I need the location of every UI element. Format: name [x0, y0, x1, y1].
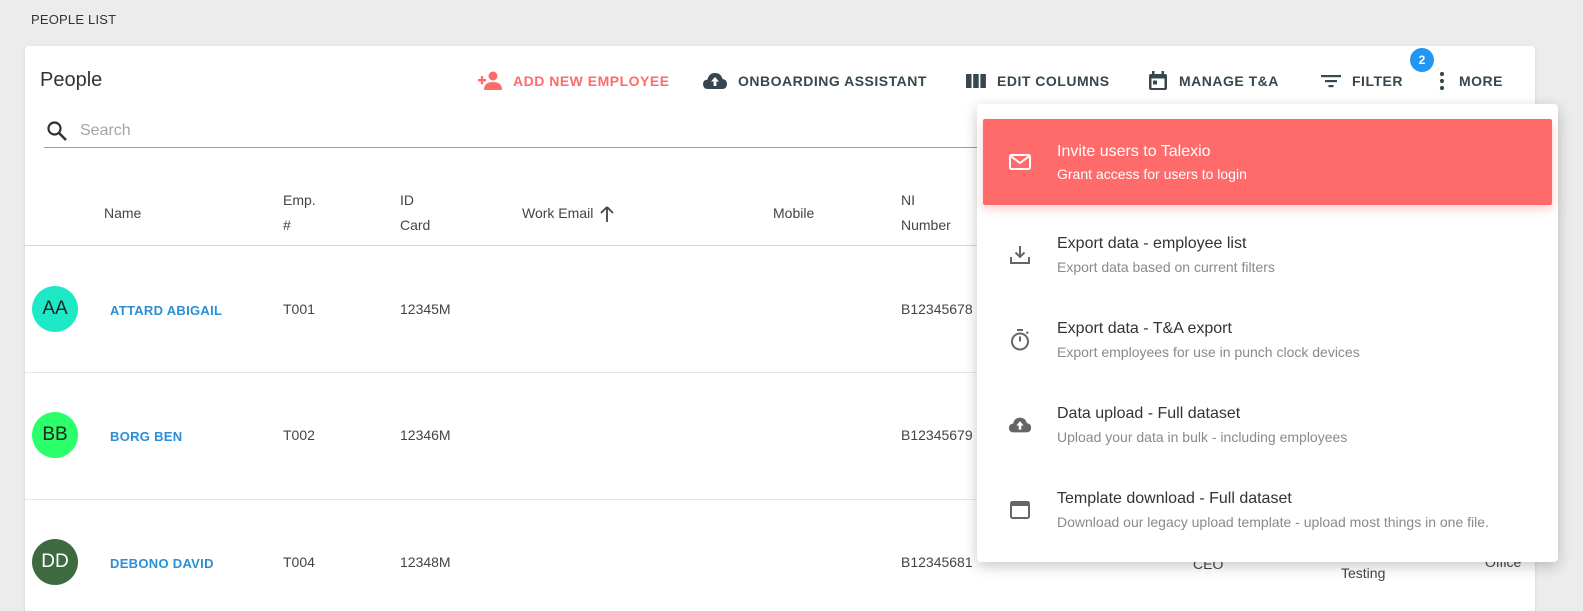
column-header-id-card[interactable]: ID Card: [400, 188, 430, 238]
search-icon: [47, 120, 67, 141]
column-header-ni-line1: NI: [901, 192, 915, 208]
menu-item-subtitle: Export employees for use in punch clock …: [1057, 344, 1360, 360]
ni-number: B12345679: [901, 427, 973, 443]
employee-name-link[interactable]: BORG BEN: [110, 429, 182, 444]
column-header-ni-number[interactable]: NI Number: [901, 188, 951, 238]
menu-item-export-ta[interactable]: Export data - T&A export Export employee…: [977, 297, 1558, 383]
column-header-emp[interactable]: Emp. #: [283, 188, 316, 238]
filter-button[interactable]: FILTER: [1320, 68, 1403, 94]
manage-ta-label: MANAGE T&A: [1179, 73, 1279, 89]
search-input[interactable]: [80, 121, 780, 140]
column-header-id-line1: ID: [400, 192, 414, 208]
more-button[interactable]: MORE: [1435, 68, 1503, 94]
filter-count-badge: 2: [1410, 48, 1434, 72]
id-card: 12346M: [400, 427, 451, 443]
column-header-ni-line2: Number: [901, 217, 951, 233]
column-header-emp-line1: Emp.: [283, 192, 316, 208]
menu-item-title: Invite users to Talexio: [1057, 143, 1211, 160]
column-header-id-line2: Card: [400, 217, 431, 233]
sort-ascending-icon: [600, 205, 614, 222]
toolbar: ADD NEW EMPLOYEE ONBOARDING ASSISTANT ED…: [25, 48, 1535, 94]
edit-columns-button[interactable]: EDIT COLUMNS: [965, 68, 1110, 94]
column-header-name[interactable]: Name: [104, 201, 141, 226]
onboarding-assistant-button[interactable]: ONBOARDING ASSISTANT: [702, 68, 927, 94]
filter-label: FILTER: [1352, 73, 1403, 89]
mail-icon: [1009, 154, 1031, 170]
cloud-upload-icon: [703, 73, 727, 89]
add-person-icon: [478, 71, 502, 90]
edit-columns-label: EDIT COLUMNS: [997, 73, 1110, 89]
ni-number: B12345678: [901, 301, 973, 317]
menu-item-title: Export data - T&A export: [1057, 320, 1232, 337]
more-menu: Invite users to Talexio Grant access for…: [977, 104, 1558, 562]
employee-name-link[interactable]: DEBONO DAVID: [110, 556, 214, 571]
menu-item-title: Template download - Full dataset: [1057, 490, 1292, 507]
more-vert-icon: [1439, 71, 1445, 91]
menu-item-title: Data upload - Full dataset: [1057, 405, 1241, 422]
menu-item-subtitle: Export data based on current filters: [1057, 259, 1275, 275]
add-new-employee-button[interactable]: ADD NEW EMPLOYEE: [477, 68, 670, 94]
column-header-work-email-label: Work Email: [522, 205, 594, 221]
emp-number: T002: [283, 427, 315, 443]
menu-item-data-upload[interactable]: Data upload - Full dataset Upload your d…: [977, 382, 1558, 468]
page-label: PEOPLE LIST: [31, 12, 117, 27]
menu-item-title: Export data - employee list: [1057, 235, 1247, 252]
ni-number: B12345681: [901, 554, 973, 570]
menu-item-subtitle: Download our legacy upload template - up…: [1057, 514, 1489, 530]
column-header-work-email[interactable]: Work Email: [522, 201, 615, 226]
column-header-emp-line2: #: [283, 217, 291, 233]
emp-number: T001: [283, 301, 315, 317]
window-icon: [1010, 501, 1030, 519]
more-label: MORE: [1459, 73, 1503, 89]
avatar: AA: [32, 286, 78, 332]
menu-item-template-download[interactable]: Template download - Full dataset Downloa…: [977, 467, 1558, 553]
cloud-upload-icon: [1008, 417, 1032, 433]
avatar: BB: [32, 412, 78, 458]
unit-cell: Testing: [1341, 565, 1386, 581]
download-icon: [1010, 246, 1030, 264]
employee-name-link[interactable]: ATTARD ABIGAIL: [110, 303, 222, 318]
menu-item-invite-users[interactable]: Invite users to Talexio Grant access for…: [983, 119, 1552, 205]
avatar: DD: [32, 539, 78, 585]
timer-icon: [1011, 329, 1029, 351]
emp-number: T004: [283, 554, 315, 570]
menu-item-subtitle: Grant access for users to login: [1057, 166, 1247, 182]
calendar-icon: [1149, 71, 1167, 90]
menu-item-subtitle: Upload your data in bulk - including emp…: [1057, 429, 1348, 445]
menu-item-export-employee-list[interactable]: Export data - employee list Export data …: [977, 212, 1558, 298]
column-header-mobile[interactable]: Mobile: [773, 201, 814, 226]
id-card: 12348M: [400, 554, 451, 570]
id-card: 12345M: [400, 301, 451, 317]
filter-icon: [1321, 75, 1341, 88]
columns-icon: [966, 74, 986, 88]
manage-ta-button[interactable]: MANAGE T&A: [1147, 68, 1279, 94]
add-new-employee-label: ADD NEW EMPLOYEE: [513, 73, 670, 89]
search-bar: [44, 114, 1004, 148]
onboarding-assistant-label: ONBOARDING ASSISTANT: [738, 73, 927, 89]
